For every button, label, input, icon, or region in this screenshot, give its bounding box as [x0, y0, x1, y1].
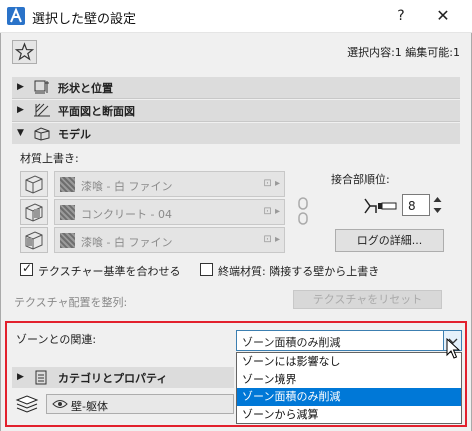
- section-model[interactable]: ▼ モデル: [12, 123, 460, 144]
- popup-arrow-icon: ⊡ ▸: [263, 234, 280, 245]
- zone-relation-value: ゾーン面積のみ削減: [242, 336, 341, 349]
- mouse-cursor-icon: [446, 337, 461, 363]
- material-override-label: 材質上書き:: [20, 152, 79, 165]
- zone-relation-dropdown: ゾーンには影響なし ゾーン境界 ゾーン面積のみ削減 ゾーンから減算: [236, 352, 462, 424]
- texture-align-checkbox[interactable]: ✓: [20, 261, 33, 276]
- material-row-2: コンクリート - 04 ⊡ ▸: [20, 199, 285, 225]
- section-plan-section[interactable]: ▶ 平面図と断面図: [12, 100, 460, 121]
- wall-edge-icon[interactable]: [20, 199, 48, 225]
- junction-order-input[interactable]: 8: [402, 194, 430, 216]
- dropdown-option[interactable]: ゾーンから減算: [237, 406, 461, 424]
- texture-reset-button[interactable]: テクスチャをリセット: [293, 290, 442, 309]
- zone-relation-label: ゾーンとの関連:: [16, 333, 97, 346]
- section-label: 形状と位置: [58, 82, 113, 95]
- junction-stepper[interactable]: [431, 194, 444, 216]
- end-material-checkbox-row[interactable]: 終端材質: 隣接する壁から上書き: [200, 262, 440, 278]
- material-swatch: [60, 233, 75, 248]
- dropdown-option[interactable]: ゾーン境界: [237, 371, 461, 389]
- texture-align-checkbox-row[interactable]: ✓ テクスチャー基準を合わせる: [20, 261, 190, 278]
- wall-face-1-icon[interactable]: [20, 171, 48, 197]
- junction-priority-icon: [362, 196, 400, 219]
- material-name: 漆喰 - 白 ファイン: [81, 180, 173, 193]
- wall-face-2-icon[interactable]: [20, 227, 48, 253]
- material-swatch: [60, 205, 75, 220]
- dropdown-option-selected[interactable]: ゾーン面積のみ削減: [237, 388, 461, 406]
- star-icon: [14, 42, 35, 61]
- layer-select[interactable]: 壁-躯体: [46, 394, 234, 414]
- selection-info: 選択内容:1 編集可能:1: [347, 46, 460, 59]
- end-material-checkbox[interactable]: [200, 263, 213, 276]
- document-list-icon: [34, 370, 48, 388]
- popup-arrow-icon: ⊡ ▸: [263, 178, 280, 189]
- junction-order-label: 接合部順位:: [331, 173, 390, 186]
- favorites-button[interactable]: [12, 40, 37, 64]
- model-icon: [32, 125, 52, 144]
- texture-align-label: テクスチャー基準を合わせる: [38, 265, 181, 278]
- close-button[interactable]: ✕: [432, 5, 454, 27]
- expand-arrow-icon: ▶: [17, 82, 24, 92]
- window-title: 選択した壁の設定: [32, 12, 137, 27]
- eye-icon: [52, 398, 68, 413]
- material-row-1: 漆喰 - 白 ファイン ⊡ ▸: [20, 171, 285, 197]
- layer-name: 壁-躯体: [71, 400, 108, 413]
- divider: [12, 121, 460, 122]
- section-category-properties[interactable]: ▶ カテゴリとプロパティ: [12, 367, 234, 388]
- section-label: カテゴリとプロパティ: [58, 372, 168, 385]
- section-shape-position[interactable]: ▶ 形状と位置: [12, 77, 460, 98]
- texture-arrange-label: テクスチャ配置を整列:: [14, 296, 128, 309]
- material-popup-2[interactable]: コンクリート - 04 ⊡ ▸: [54, 199, 285, 225]
- material-name: 漆喰 - 白 ファイン: [81, 236, 173, 249]
- archicad-logo-icon: [7, 7, 25, 25]
- zone-relation-select[interactable]: ゾーン面積のみ削減: [236, 330, 462, 351]
- floor-plan-icon: [32, 102, 52, 121]
- expand-arrow-icon: ▶: [17, 105, 24, 115]
- title-bar: 選択した壁の設定 ? ✕: [0, 0, 472, 33]
- material-swatch: [60, 177, 75, 192]
- material-popup-3[interactable]: 漆喰 - 白 ファイン ⊡ ▸: [54, 227, 285, 253]
- junction-order-value: 8: [408, 199, 416, 213]
- log-details-button[interactable]: ログの詳細...: [335, 229, 444, 252]
- help-button[interactable]: ?: [390, 6, 412, 26]
- expand-arrow-icon: ▶: [17, 372, 24, 382]
- section-label: モデル: [58, 128, 91, 141]
- section-label: 平面図と断面図: [58, 105, 135, 118]
- chain-link-icon[interactable]: [297, 196, 309, 226]
- popup-arrow-icon: ⊡ ▸: [263, 206, 280, 217]
- end-material-label: 終端材質: 隣接する壁から上書き: [218, 265, 380, 278]
- material-name: コンクリート - 04: [81, 208, 172, 221]
- checkmark-icon: ✓: [22, 261, 33, 275]
- material-popup-1[interactable]: 漆喰 - 白 ファイン ⊡ ▸: [54, 171, 285, 197]
- material-row-3: 漆喰 - 白 ファイン ⊡ ▸: [20, 227, 285, 253]
- layers-icon: [14, 393, 40, 416]
- wall-shape-icon: [32, 79, 52, 98]
- divider: [12, 98, 460, 99]
- collapse-arrow-icon: ▼: [17, 128, 24, 138]
- dropdown-option[interactable]: ゾーンには影響なし: [237, 353, 461, 371]
